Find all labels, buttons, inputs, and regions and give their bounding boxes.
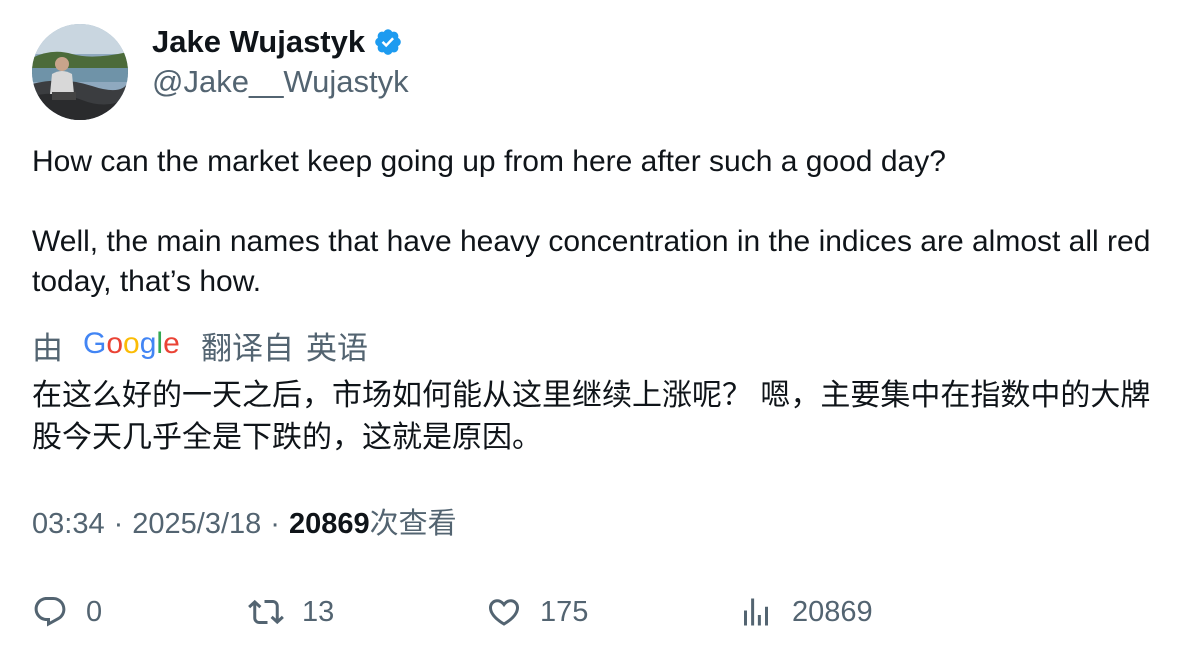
tweet-paragraph: Well, the main names that have heavy con… <box>32 225 1151 298</box>
retweet-count: 13 <box>302 595 335 628</box>
tweet-time[interactable]: 03:34 <box>32 504 105 544</box>
retweet-icon <box>248 599 284 625</box>
translation-language: 英语 <box>306 330 368 366</box>
verified-badge-icon[interactable] <box>373 27 403 57</box>
translated-tweet-text: 在这么好的一天之后，市场如何能从这里继续上涨呢？ 嗯，主要集中在指数中的大牌股今… <box>32 379 1151 454</box>
google-logo-icon: Google <box>83 326 181 371</box>
reply-button[interactable]: 0 <box>32 588 102 636</box>
like-button[interactable]: 175 <box>486 588 588 636</box>
like-count: 175 <box>540 595 589 628</box>
avatar[interactable] <box>32 24 128 120</box>
action-bar: 0 13 175 20869 <box>32 588 1162 636</box>
analytics-icon <box>744 598 768 626</box>
tweet-date[interactable]: 2025/3/18 <box>132 504 261 544</box>
heart-icon <box>488 599 520 626</box>
author-name-row: Jake Wujastyk <box>152 22 403 62</box>
retweet-button[interactable]: 13 <box>248 588 334 636</box>
reply-icon <box>34 597 66 627</box>
author-handle[interactable]: @Jake__Wujastyk <box>152 62 409 102</box>
meta-separator: · <box>113 508 124 540</box>
views-label: 次查看 <box>369 508 457 540</box>
translation-attribution: 由 Google 翻译自 英语 <box>32 326 368 371</box>
translation-from-label: 翻译自 <box>201 330 294 366</box>
tweet-meta: 03:34 · 2025/3/18 · 20869 次查看 <box>32 504 457 544</box>
views-count: 20869 <box>288 508 370 540</box>
profile-photo <box>32 24 128 120</box>
views-action-count: 20869 <box>792 595 873 628</box>
translation-by-label: 由 <box>32 330 63 366</box>
views-button[interactable]: 20869 <box>738 588 873 636</box>
reply-count: 0 <box>86 595 103 628</box>
tweet-text: How can the market keep going up from he… <box>32 142 1172 302</box>
tweet-paragraph: How can the market keep going up from he… <box>32 145 946 178</box>
author-display-name[interactable]: Jake Wujastyk <box>152 22 365 62</box>
svg-text:Google: Google <box>83 327 180 360</box>
meta-separator: · <box>270 508 280 540</box>
